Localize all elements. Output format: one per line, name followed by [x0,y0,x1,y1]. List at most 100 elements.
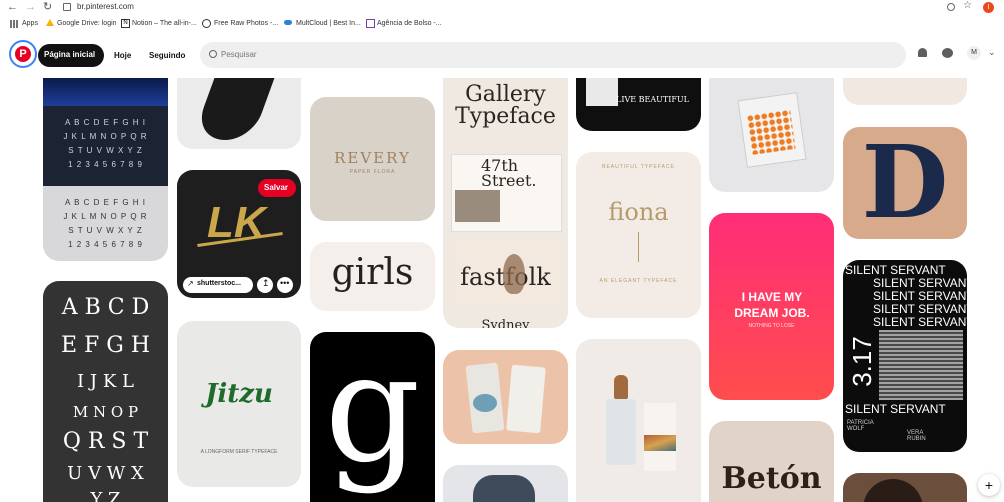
apps-grid-icon[interactable] [10,20,18,28]
portrait-hair [863,479,923,502]
pin-gloves[interactable] [443,465,568,502]
search-icon [209,50,217,58]
package-art [473,394,497,412]
pin-lk-logo[interactable]: LK Salvar ↗ shutterstoc... ↥ ••• [177,170,301,298]
live-beautiful-text: LIVE BEAUTIFUL [616,95,689,104]
font-row-6: J K L M N O P Q R [63,212,148,221]
revery-subtitle: PAPER FLORA [349,169,396,175]
silent-line-5: SILENT SERVANT [873,315,967,329]
live-beautiful-box [586,78,618,106]
pin-alphabet[interactable]: A B C D E F G H I J K L M N O P Q R S T … [43,281,168,502]
alphabet-row-7: Y Z [90,489,121,502]
gallery-line-2: Typeface [455,104,556,129]
share-button[interactable]: ↥ [257,277,273,293]
home-tab[interactable]: Página inicial [38,44,104,67]
pin-fitzu[interactable]: Jitzu A LONGFORM SERIF TYPEFACE [177,321,301,487]
street-photo [455,190,500,222]
rawpixel-icon [202,19,211,28]
today-tab[interactable]: Hoje [114,51,131,60]
font-row-1: A B C D E F G H I [64,118,146,127]
pin-silent-servant[interactable]: SILENT SERVANT SILENT SERVANT SILENT SER… [843,260,967,452]
silent-credit-1: PATRICIA WOLF [847,420,874,432]
alphabet-row-6: U V W X [67,463,144,484]
bookmark-notion[interactable]: Notion – The all-in-... [132,20,197,27]
account-chevron-down-icon[interactable]: ⌄ [988,47,996,58]
silent-number: 3.17 [846,336,877,387]
alphabet-row-5: Q R S T [62,429,149,454]
bottle-body [606,399,636,465]
lock-icon [63,3,71,11]
search-input[interactable]: Pesquisar [221,50,257,59]
share-icon: ↥ [262,278,270,288]
pin-live-beautiful[interactable]: LIVE BEAUTIFUL [576,78,701,131]
pin-g-letter[interactable]: g [310,332,435,502]
pin-orange-dots-bag[interactable] [709,78,834,192]
bookmark-free-raw-photos[interactable]: Free Raw Photos -... [214,20,278,27]
pin-serum-bottle[interactable] [576,339,701,502]
alphabet-row-1: A B C D [61,295,150,320]
silent-line-2: SILENT SERVANT [873,276,967,290]
glove-shape [473,475,535,502]
address-bar-url[interactable]: br.pinterest.com [77,2,134,11]
browser-toolbar: ← → ↻ br.pinterest.com ☆ I [0,0,1004,15]
pin-black-vase[interactable] [177,78,301,149]
pin-gallery-typeface[interactable]: Gallery Typeface 47th Street. fastfolk S… [443,78,568,328]
silent-line-4: SILENT SERVANT [873,302,967,316]
reload-icon[interactable]: ↻ [43,0,52,13]
fitzu-title: Jitzu [205,379,273,409]
messages-icon[interactable] [942,48,953,58]
pin-fiona[interactable]: BEAUTIFUL TYPEFACE fiona AN ELEGANT TYPE… [576,152,701,318]
alphabet-row-4: M N O P [72,403,139,421]
more-options-button[interactable]: ••• [277,277,293,293]
link-arrow-icon: ↗ [187,279,194,288]
silent-credit-2: VERA RUBIN [907,430,926,442]
pinterest-logo-button[interactable]: P [9,40,37,68]
fiona-foot: AN ELEGANT TYPEFACE [599,278,678,284]
profile-initial: I [987,4,990,11]
profile-avatar[interactable]: I [983,2,994,13]
pin-girls[interactable]: girls [310,242,435,311]
pin-portrait[interactable] [843,473,967,502]
silent-sculpture [879,330,963,400]
back-icon[interactable]: ← [7,1,18,13]
vase-shape [191,78,279,140]
d-letter: D [861,127,949,239]
bookmark-apps[interactable]: Apps [22,20,38,27]
pinterest-header: P Página inicial Hoje Seguindo Pesquisar… [0,34,1004,78]
bookmark-agencia-de-bolso[interactable]: Agência de Bolso -... [377,20,442,27]
fiona-rule [638,232,639,262]
plus-help-button[interactable]: + [978,474,1000,496]
fiona-title: fiona [608,198,669,226]
source-link-label: shutterstoc... [197,280,241,287]
user-avatar[interactable]: M [967,46,981,60]
save-button[interactable]: Salvar [258,179,296,197]
pin-d-letter[interactable]: D [843,127,967,239]
search-bar[interactable]: Pesquisar [200,42,906,68]
bag-dots [746,109,796,155]
pin-revery[interactable]: REVERY PAPER FLORA [310,97,435,221]
bookmark-google-drive[interactable]: Google Drive: login [57,20,117,27]
bottle-mountains [644,435,676,451]
pin-font-specimen[interactable]: A B C D E F G H I J K L M N O P Q R S T … [43,78,168,261]
user-avatar-initial: M [971,49,977,56]
following-tab[interactable]: Seguindo [149,51,185,60]
pin-packaging[interactable] [443,350,568,444]
g-letter: g [324,332,421,496]
pin-beige-top[interactable] [843,78,967,105]
font-row-8: 1 2 3 4 5 6 7 8 9 [68,240,143,249]
source-link[interactable]: ↗ shutterstoc... [183,277,253,293]
notifications-bell-icon[interactable] [918,48,927,57]
more-dots-icon: ••• [280,278,290,288]
revery-title: REVERY [334,149,411,167]
bookmark-multcloud[interactable]: MultCloud | Best In... [296,20,361,27]
forward-icon[interactable]: → [25,1,36,13]
silent-line-1: SILENT SERVANT [845,263,946,277]
location-icon[interactable] [947,3,955,11]
dream-title: I HAVE MY DREAM JOB. [734,290,810,320]
notion-icon: N [121,19,130,28]
package-box-right [506,364,546,434]
pin-beton[interactable]: Betón [709,421,834,502]
pin-dream-job[interactable]: I HAVE MY DREAM JOB. NOTHING TO LOSE [709,213,834,400]
font-row-2: J K L M N O P Q R [63,132,148,141]
star-icon[interactable]: ☆ [963,0,972,11]
